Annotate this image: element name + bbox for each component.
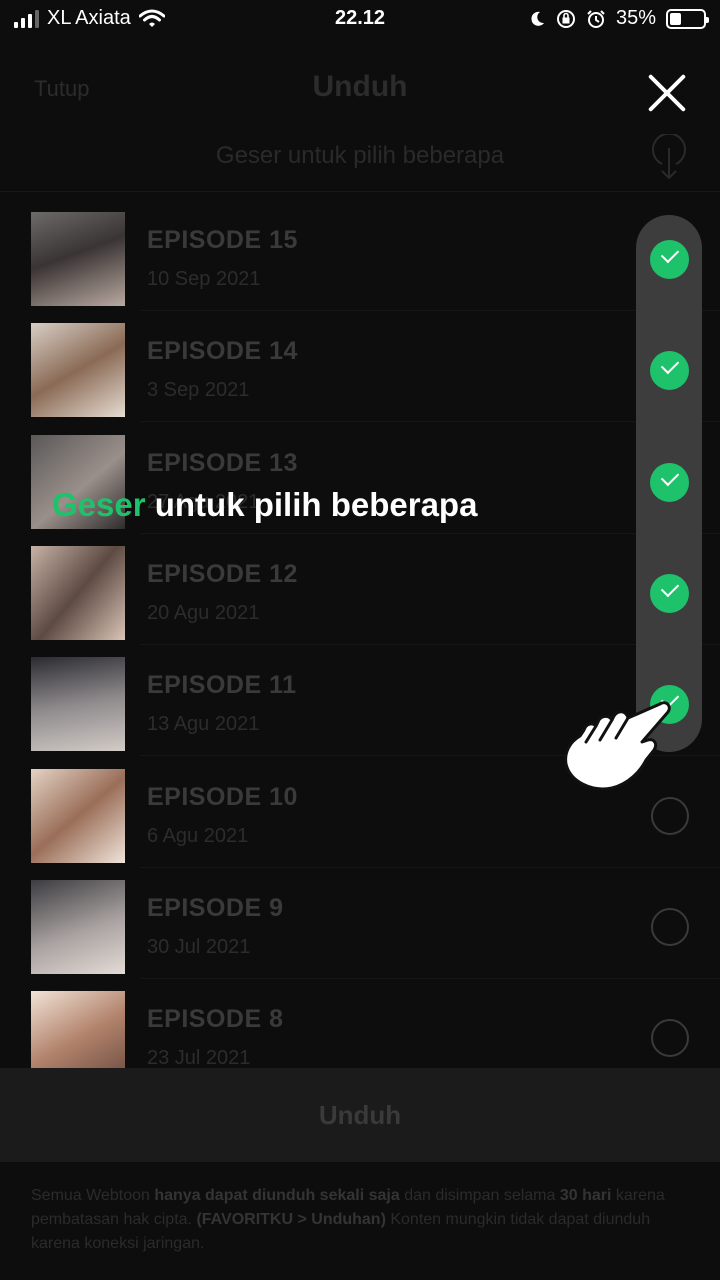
rotation-lock-icon bbox=[556, 9, 575, 28]
multi-select-hint: Geser untuk pilih beberapa bbox=[215, 142, 505, 169]
footnote-bold: 30 hari bbox=[559, 1187, 612, 1204]
swipe-instruction-accent: Geser bbox=[52, 486, 146, 523]
download-footnote: Semua Webtoon hanya dapat diunduh sekali… bbox=[31, 1184, 691, 1256]
episode-title: EPISODE 15 bbox=[147, 226, 298, 254]
pointing-hand-icon bbox=[564, 701, 671, 791]
episode-date: 20 Agu 2021 bbox=[147, 601, 260, 624]
alarm-icon bbox=[587, 9, 605, 28]
footnote-bold: (FAVORITKU > Unduhan) bbox=[196, 1211, 386, 1228]
episode-thumbnail bbox=[31, 768, 125, 863]
moon-icon bbox=[531, 11, 544, 26]
episode-title: EPISODE 10 bbox=[147, 782, 298, 811]
select-checkbox[interactable] bbox=[651, 796, 689, 835]
episode-title: EPISODE 11 bbox=[147, 671, 297, 700]
download-icon[interactable] bbox=[650, 134, 688, 180]
multi-select-hint-bar: Geser untuk pilih beberapa bbox=[0, 120, 720, 192]
episode-title: EPISODE 14 bbox=[147, 337, 298, 366]
episode-date: 13 Agu 2021 bbox=[147, 713, 260, 736]
episode-date: 3 Sep 2021 bbox=[147, 379, 250, 402]
swipe-instruction-rest: untuk pilih beberapa bbox=[145, 486, 478, 523]
episode-date: 6 Agu 2021 bbox=[147, 824, 249, 847]
battery-level bbox=[670, 12, 682, 25]
close-icon[interactable] bbox=[646, 72, 688, 114]
footnote-bold: hanya dapat diunduh sekali saja bbox=[154, 1187, 400, 1204]
episode-row[interactable]: EPISODE 14 3 Sep 2021 bbox=[0, 311, 720, 423]
selected-check-icon[interactable] bbox=[650, 573, 689, 613]
episode-row[interactable]: EPISODE 12 20 Agu 2021 bbox=[0, 534, 720, 645]
battery-percent: 35% bbox=[615, 7, 656, 29]
episode-row[interactable]: EPISODE 15 10 Sep 2021 bbox=[0, 200, 720, 311]
episode-date: 10 Sep 2021 bbox=[147, 268, 261, 290]
status-right: 35% bbox=[528, 7, 709, 30]
episode-thumbnail bbox=[31, 545, 125, 640]
episode-thumbnail bbox=[31, 657, 125, 752]
episode-thumbnail bbox=[31, 991, 125, 1068]
page-title: Unduh bbox=[312, 70, 408, 103]
footnote-text: Semua Webtoon bbox=[31, 1187, 155, 1204]
battery-icon bbox=[666, 8, 709, 29]
episode-row[interactable]: EPISODE 9 30 Jul 2021 bbox=[0, 868, 720, 979]
episode-date: 30 Jul 2021 bbox=[147, 935, 251, 958]
download-button[interactable]: Unduh bbox=[0, 1068, 720, 1162]
select-checkbox[interactable] bbox=[651, 1019, 689, 1058]
episode-thumbnail bbox=[31, 323, 125, 418]
episode-list: EPISODE 15 10 Sep 2021 EPISODE 14 3 Sep 202… bbox=[0, 200, 720, 1068]
episode-title: EPISODE 13 bbox=[147, 448, 298, 477]
episode-date: 23 Jul 2021 bbox=[147, 1047, 251, 1068]
episode-row[interactable]: EPISODE 8 23 Jul 2021 bbox=[0, 979, 720, 1068]
footnote-text: dan disimpan selama bbox=[399, 1187, 560, 1204]
episode-title: EPISODE 12 bbox=[147, 559, 298, 588]
select-checkbox[interactable] bbox=[651, 907, 689, 946]
selected-check-icon[interactable] bbox=[650, 462, 689, 502]
episode-thumbnail bbox=[31, 212, 125, 306]
status-bar: XL Axiata 22.12 35% bbox=[0, 0, 720, 40]
episode-title: EPISODE 9 bbox=[147, 893, 284, 922]
episode-title: EPISODE 8 bbox=[147, 1005, 284, 1034]
episode-thumbnail bbox=[31, 879, 125, 974]
selected-check-icon[interactable] bbox=[650, 240, 689, 279]
swipe-instruction: Geser untuk pilih beberapa bbox=[52, 486, 477, 524]
